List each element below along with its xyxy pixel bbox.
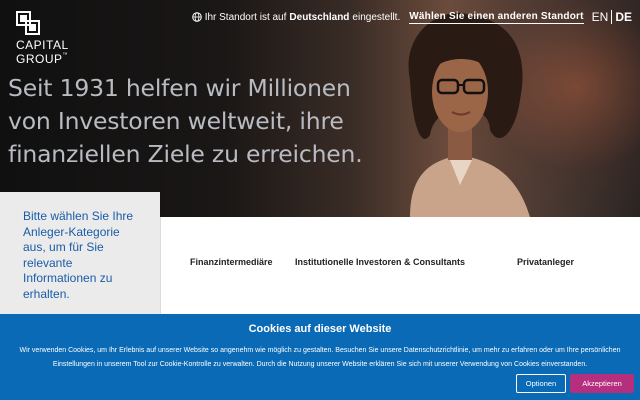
investor-prompt-text: Bitte wählen Sie Ihre Anleger-Kategorie … [23,209,134,301]
cookie-banner: Cookies auf dieser Website Wir verwenden… [0,314,640,400]
capital-group-logo-icon [16,11,40,35]
hero-headline-line: Seit 1931 helfen wir Millionen [8,74,351,102]
category-private-investors[interactable]: Privatanleger [517,257,574,267]
language-separator [611,10,613,24]
current-country: Deutschland [289,11,350,23]
investor-prompt-box: Bitte wählen Sie Ihre Anleger-Kategorie … [0,192,160,317]
location-prefix-text: Ihr Standort ist auf [204,11,287,23]
cookie-accept-button[interactable]: Akzeptieren [570,374,634,393]
language-en[interactable]: EN [592,10,609,24]
logo-text-capital: CAPITAL [16,38,69,52]
hero-headline-line: von Investoren weltweit, ihre [8,107,344,135]
language-de[interactable]: DE [615,10,632,24]
hero-headline-line: finanziellen Ziele zu erreichen. [8,140,363,168]
logo-text-group: GROUP™ [16,52,68,66]
globe-icon [191,12,202,22]
category-financial-intermediaries[interactable]: Finanzintermediäre [190,257,273,267]
category-institutional-investors[interactable]: Institutionelle Investoren & Consultants [295,257,465,267]
hero-headline: Seit 1931 helfen wir Millionen von Inves… [8,72,388,171]
trademark-symbol: ™ [62,52,69,58]
cookie-description: Wir verwenden Cookies, um Ihr Erlebnis a… [19,347,621,368]
location-suffix-text: eingestellt. [352,11,401,23]
location-bar: Ihr Standort ist auf Deutschland eingest… [191,9,632,25]
cookie-options-button[interactable]: Optionen [516,374,566,393]
hero-banner: CAPITAL GROUP™ Ihr Standort ist auf Deut… [0,0,640,217]
cookie-title: Cookies auf dieser Website [248,323,392,335]
category-divider [160,217,161,317]
logo-text-group-word: GROUP [16,52,63,66]
change-location-link[interactable]: Wählen Sie einen anderen Standort [409,11,584,24]
